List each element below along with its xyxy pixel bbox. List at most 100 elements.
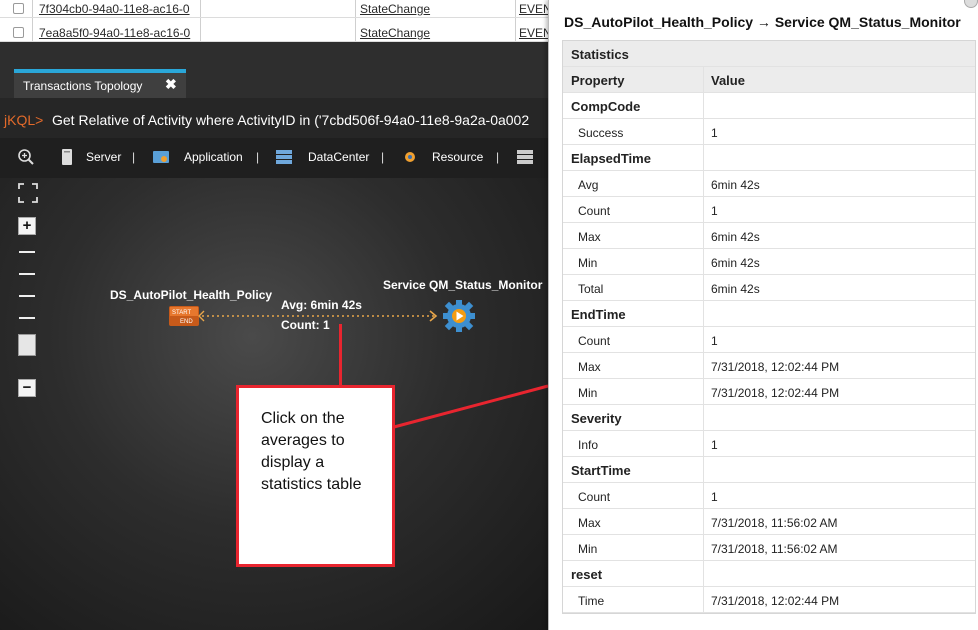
edge-count-label[interactable]: Count: 1 <box>281 318 330 332</box>
column-divider <box>703 93 704 118</box>
start-end-node-icon[interactable]: START END <box>169 306 199 326</box>
property-cell: Success <box>578 126 624 140</box>
table-row: Min 6min 42s <box>563 249 975 275</box>
zoom-search-icon[interactable] <box>17 148 35 166</box>
property-cell: Info <box>578 438 599 452</box>
column-divider <box>703 379 704 404</box>
fit-screen-icon[interactable] <box>17 182 39 204</box>
table-row: Min 7/31/2018, 11:56:02 AM <box>563 535 975 561</box>
zoom-out-button[interactable]: − <box>18 379 36 397</box>
table-row[interactable]: 7f304cb0-94a0-11e8-ac16-0 StateChange EV… <box>0 0 560 18</box>
query-input[interactable]: Get Relative of Activity where ActivityI… <box>52 112 529 128</box>
table-row[interactable]: 7ea8a5f0-94a0-11e8-ac16-0 StateChange EV… <box>0 24 560 42</box>
group-name: ElapsedTime <box>571 151 651 166</box>
property-cell: Count <box>578 490 611 504</box>
column-divider <box>703 249 704 274</box>
column-divider <box>703 197 704 222</box>
column-divider <box>703 145 704 170</box>
table-row: Max 7/31/2018, 12:02:44 PM <box>563 353 975 379</box>
header-value: Value <box>711 73 745 88</box>
panel-close-icon[interactable] <box>964 0 978 8</box>
callout-pointer-line <box>393 384 549 429</box>
caption-text: Statistics <box>571 47 629 62</box>
table-row: Time 7/31/2018, 12:02:44 PM <box>563 587 975 613</box>
statistics-group-row: reset <box>563 561 975 587</box>
start-node-text: START <box>172 310 191 316</box>
table-row: Max 7/31/2018, 11:56:02 AM <box>563 509 975 535</box>
property-cell: Max <box>578 516 601 530</box>
application-icon <box>153 151 169 163</box>
table-row: Count 1 <box>563 327 975 353</box>
callout-text: Click on the averages to display a stati… <box>261 410 362 493</box>
tab-bar: Transactions Topology ✖ <box>0 42 560 98</box>
statistics-table: Statistics Property Value CompCode Succes… <box>562 40 976 614</box>
target-node-label[interactable]: Service QM_Status_Monitor <box>383 278 542 292</box>
zoom-tick <box>19 317 35 319</box>
zoom-in-button[interactable]: + <box>18 217 36 235</box>
event-id-link[interactable]: 7ea8a5f0-94a0-11e8-ac16-0 <box>39 26 197 40</box>
property-cell: Total <box>578 282 604 296</box>
toolbar-server[interactable]: Server <box>86 150 121 164</box>
zoom-tick <box>19 273 35 275</box>
value-cell: 1 <box>711 334 718 348</box>
layers-icon[interactable] <box>516 148 534 166</box>
statistics-group-row: CompCode <box>563 93 975 119</box>
column-divider <box>703 431 704 456</box>
value-cell: 6min 42s <box>711 282 760 296</box>
group-name: reset <box>571 567 603 582</box>
zoom-slider-handle[interactable] <box>18 334 36 356</box>
value-cell: 7/31/2018, 12:02:44 PM <box>711 594 840 608</box>
property-cell: Min <box>578 386 598 400</box>
query-prompt: jKQL> <box>4 112 44 128</box>
zoom-tick <box>19 295 35 297</box>
column-divider <box>703 457 704 482</box>
table-header: Property Value <box>563 67 975 93</box>
resource-icon <box>405 152 415 162</box>
statistics-title: DS_AutoPilot_Health_Policy → Service QM_… <box>564 14 961 30</box>
column-divider <box>703 483 704 508</box>
column-divider <box>703 509 704 534</box>
table-caption: Statistics <box>563 41 975 67</box>
value-cell: 7/31/2018, 11:56:02 AM <box>711 542 838 556</box>
service-gear-icon[interactable] <box>442 299 476 333</box>
property-cell: Max <box>578 360 601 374</box>
property-cell: Avg <box>578 178 599 192</box>
row-checkbox[interactable] <box>13 27 24 38</box>
query-bar[interactable]: jKQL> Get Relative of Activity where Act… <box>0 98 560 138</box>
toolbar-separator: | <box>381 150 385 164</box>
toolbar-application[interactable]: Application <box>184 150 243 164</box>
group-name: Severity <box>571 411 622 426</box>
callout-pointer-line <box>339 324 342 387</box>
column-divider <box>703 301 704 326</box>
group-name: EndTime <box>571 307 626 322</box>
value-cell: 7/31/2018, 12:02:44 PM <box>711 386 840 400</box>
value-cell: 1 <box>711 204 718 218</box>
column-divider <box>703 67 704 92</box>
server-icon <box>62 149 72 165</box>
toolbar-separator: | <box>496 150 500 164</box>
event-type-link[interactable]: StateChange <box>360 2 500 16</box>
datacenter-icon <box>276 150 292 164</box>
value-cell: 1 <box>711 490 718 504</box>
event-id-link[interactable]: 7f304cb0-94a0-11e8-ac16-0 <box>39 2 197 16</box>
column-divider <box>703 171 704 196</box>
statistics-group-row: EndTime <box>563 301 975 327</box>
tab-label: Transactions Topology <box>23 79 143 93</box>
property-cell: Count <box>578 334 611 348</box>
edge-average-link[interactable]: Avg: 6min 42s <box>281 298 362 312</box>
value-cell: 7/31/2018, 12:02:44 PM <box>711 360 840 374</box>
property-cell: Max <box>578 230 601 244</box>
column-divider <box>703 561 704 586</box>
row-checkbox[interactable] <box>13 3 24 14</box>
toolbar-datacenter[interactable]: DataCenter <box>308 150 369 164</box>
column-divider <box>703 327 704 352</box>
tab-transactions-topology[interactable]: Transactions Topology ✖ <box>14 69 186 98</box>
zoom-tick <box>19 251 35 253</box>
column-divider <box>703 535 704 560</box>
event-type-link[interactable]: StateChange <box>360 26 500 40</box>
column-divider <box>703 223 704 248</box>
source-node-label[interactable]: DS_AutoPilot_Health_Policy <box>110 288 272 302</box>
statistics-group-row: Severity <box>563 405 975 431</box>
toolbar-resource[interactable]: Resource <box>432 150 483 164</box>
close-icon[interactable]: ✖ <box>165 76 177 93</box>
